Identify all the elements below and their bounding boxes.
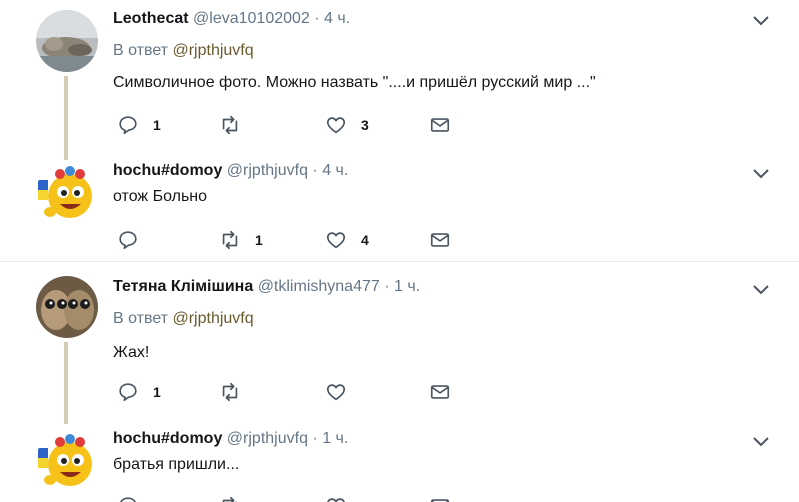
thread-line bbox=[64, 342, 68, 424]
envelope-icon bbox=[430, 385, 450, 399]
avatar[interactable] bbox=[36, 162, 98, 224]
conversation-divider bbox=[0, 261, 799, 262]
author-name[interactable]: hochu#domoy bbox=[113, 162, 222, 179]
tweet[interactable]: hochu#domoy @rjpthjuvfq · 4 ч. отож Боль… bbox=[0, 152, 799, 261]
envelope-icon bbox=[430, 499, 450, 502]
tweet-text: отож Больно bbox=[113, 188, 208, 205]
retweet-button[interactable] bbox=[219, 113, 255, 137]
reply-button[interactable] bbox=[117, 494, 139, 502]
timestamp[interactable]: 1 ч. bbox=[322, 430, 348, 447]
author-handle[interactable]: @leva10102002 bbox=[193, 10, 310, 27]
retweet-count: 1 bbox=[255, 232, 263, 248]
reply-button[interactable]: 1 bbox=[117, 380, 161, 404]
tweet-actions: 1 4 bbox=[113, 228, 513, 252]
owls-photo-avatar-icon bbox=[36, 276, 98, 338]
retweet-button[interactable]: 1 bbox=[219, 228, 263, 252]
like-count: 4 bbox=[361, 232, 369, 248]
reply-icon bbox=[119, 116, 137, 135]
heart-icon bbox=[326, 117, 346, 134]
reply-mention-link[interactable]: @rjpthjuvfq bbox=[172, 310, 253, 327]
thread-line bbox=[64, 76, 68, 160]
author-name[interactable]: hochu#domoy bbox=[113, 430, 222, 447]
retweet-icon bbox=[222, 230, 238, 250]
tweet-header: Leothecat @leva10102002 · 4 ч. bbox=[113, 10, 350, 28]
retweet-icon bbox=[222, 115, 238, 135]
tweet-text: братья пришли... bbox=[113, 456, 240, 473]
reply-icon bbox=[119, 231, 137, 250]
author-handle[interactable]: @tklimishyna477 bbox=[258, 278, 380, 295]
chevron-down-icon[interactable] bbox=[752, 167, 770, 179]
chevron-down-icon[interactable] bbox=[752, 283, 770, 295]
envelope-icon bbox=[430, 118, 450, 132]
direct-message-button[interactable] bbox=[429, 113, 451, 137]
tweet-actions: 1 bbox=[113, 380, 513, 404]
reply-count: 1 bbox=[153, 117, 161, 133]
tweet-actions bbox=[113, 494, 513, 502]
reply-to-line: В ответ @rjpthjuvfq bbox=[113, 42, 254, 60]
like-button[interactable]: 4 bbox=[325, 228, 369, 252]
author-handle[interactable]: @rjpthjuvfq bbox=[227, 430, 308, 447]
separator: · bbox=[312, 162, 318, 179]
avatar[interactable] bbox=[36, 10, 98, 72]
emoji-with-flag-avatar-icon bbox=[36, 430, 98, 492]
in-reply-label: В ответ bbox=[113, 310, 169, 327]
tweet-actions: 1 3 bbox=[113, 113, 513, 137]
separator: · bbox=[314, 10, 320, 27]
avatar[interactable] bbox=[36, 430, 98, 492]
tweet[interactable]: Leothecat @leva10102002 · 4 ч. В ответ @… bbox=[0, 0, 799, 160]
tweet-text: Символичное фото. Можно назвать "....и п… bbox=[113, 74, 596, 91]
avatar[interactable] bbox=[36, 276, 98, 338]
like-button[interactable] bbox=[325, 494, 347, 502]
like-button[interactable]: 3 bbox=[325, 113, 369, 137]
heart-icon bbox=[326, 384, 346, 401]
reply-button[interactable] bbox=[117, 228, 153, 252]
in-reply-label: В ответ bbox=[113, 42, 169, 59]
chevron-down-icon[interactable] bbox=[752, 14, 770, 26]
retweet-icon bbox=[222, 496, 238, 502]
tweet-header: hochu#domoy @rjpthjuvfq · 4 ч. bbox=[113, 162, 348, 180]
reply-count: 1 bbox=[153, 384, 161, 400]
author-name[interactable]: Тетяна Клімішина bbox=[113, 278, 253, 295]
retweet-button[interactable] bbox=[219, 380, 255, 404]
cat-photo-avatar-icon bbox=[36, 10, 98, 72]
retweet-icon bbox=[222, 382, 238, 402]
emoji-with-flag-avatar-icon bbox=[36, 162, 98, 224]
reply-icon bbox=[120, 497, 136, 502]
direct-message-button[interactable] bbox=[429, 228, 451, 252]
heart-icon bbox=[326, 232, 346, 249]
like-button[interactable] bbox=[325, 380, 361, 404]
tweet-header: Тетяна Клімішина @tklimishyna477 · 1 ч. bbox=[113, 278, 420, 296]
tweet[interactable]: hochu#domoy @rjpthjuvfq · 1 ч. братья пр… bbox=[0, 420, 799, 502]
author-name[interactable]: Leothecat bbox=[113, 10, 189, 27]
reply-mention-link[interactable]: @rjpthjuvfq bbox=[172, 42, 253, 59]
tweet[interactable]: Тетяна Клімішина @tklimishyna477 · 1 ч. … bbox=[0, 266, 799, 426]
separator: · bbox=[312, 430, 318, 447]
chevron-down-icon[interactable] bbox=[752, 435, 770, 447]
timestamp[interactable]: 4 ч. bbox=[324, 10, 350, 27]
direct-message-button[interactable] bbox=[429, 380, 451, 404]
direct-message-button[interactable] bbox=[429, 494, 451, 502]
tweet-text: Жах! bbox=[113, 344, 150, 361]
reply-button[interactable]: 1 bbox=[117, 113, 161, 137]
reply-to-line: В ответ @rjpthjuvfq bbox=[113, 310, 254, 328]
heart-icon bbox=[327, 498, 345, 502]
like-count: 3 bbox=[361, 117, 369, 133]
separator: · bbox=[384, 278, 390, 295]
timestamp[interactable]: 1 ч. bbox=[394, 278, 420, 295]
reply-icon bbox=[119, 383, 137, 402]
author-handle[interactable]: @rjpthjuvfq bbox=[227, 162, 308, 179]
timestamp[interactable]: 4 ч. bbox=[322, 162, 348, 179]
envelope-icon bbox=[430, 233, 450, 247]
retweet-button[interactable] bbox=[219, 494, 241, 502]
tweet-header: hochu#domoy @rjpthjuvfq · 1 ч. bbox=[113, 430, 348, 448]
